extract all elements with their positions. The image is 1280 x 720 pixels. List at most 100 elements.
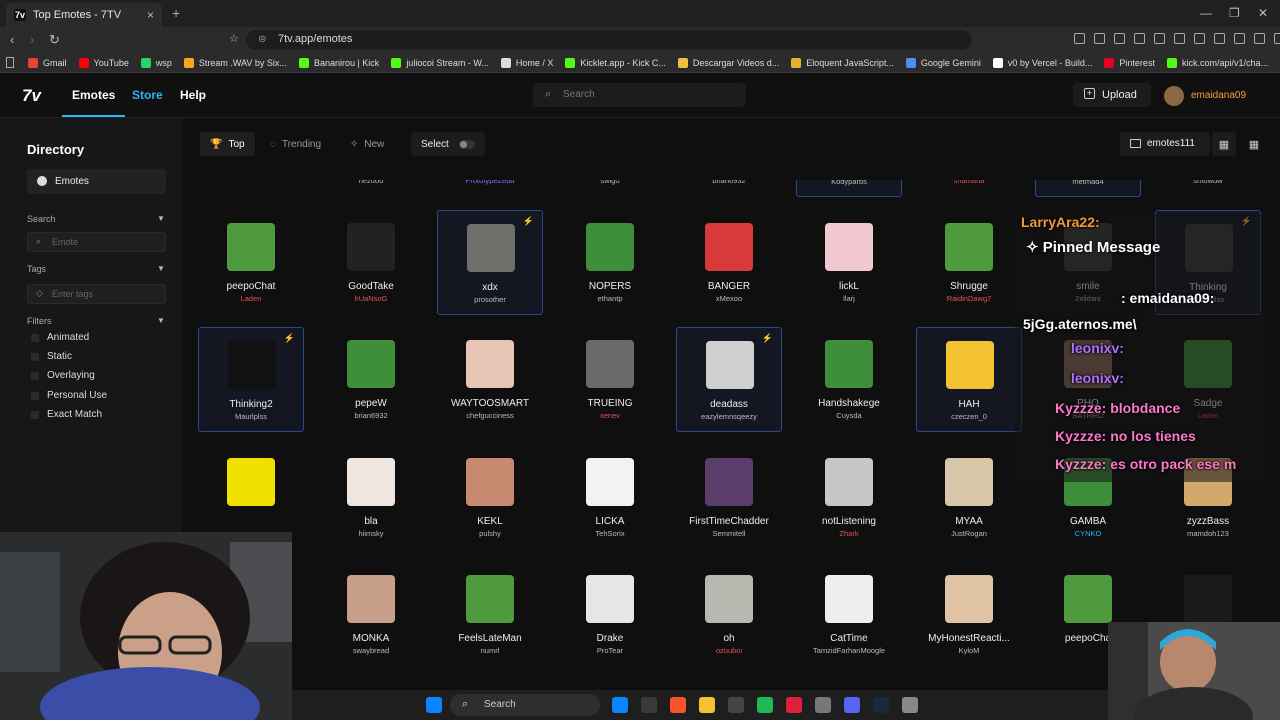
tab-new[interactable]: ✧ New (340, 132, 394, 156)
checkbox[interactable] (31, 352, 39, 361)
extension-icon[interactable] (1174, 33, 1185, 44)
emote-card[interactable]: PartyKirbyswig0 (557, 180, 663, 197)
url-field[interactable]: ⊜ 7tv.app/emotes (246, 30, 972, 50)
emote-card[interactable]: pepeW brian6932 (318, 327, 424, 432)
tags-input[interactable]: ◇ Enter tags (27, 284, 166, 304)
extension-icon[interactable] (1274, 33, 1280, 44)
bookmark-item[interactable]: wsp (140, 57, 172, 68)
new-tab-button[interactable]: + (172, 5, 180, 21)
taskbar-app-icon[interactable] (641, 697, 657, 713)
extension-icon[interactable] (1214, 33, 1225, 44)
emote-card[interactable]: SmokeTimeshamana (916, 180, 1022, 197)
forward-icon[interactable]: › (30, 32, 34, 47)
emote-search-input[interactable]: ⌕ Emote (27, 232, 166, 252)
nav-emotes[interactable]: Emotes (61, 88, 126, 117)
bookmark-item[interactable]: Pinterest (1104, 57, 1155, 68)
toggle-switch[interactable] (458, 139, 475, 149)
filter-static[interactable]: Static (31, 351, 72, 362)
emote-card[interactable]: KEKL pulshy (437, 445, 543, 550)
emote-card[interactable]: ⚡ xdx prosother (437, 210, 543, 315)
emote-card[interactable]: HAH czeczen_0 (916, 327, 1022, 432)
filter-animated[interactable]: Animated (31, 332, 89, 343)
emote-card[interactable]: ⚡ deadass eazylemnsqeezy (676, 327, 782, 432)
bookmark-item[interactable]: YouTube (78, 57, 129, 68)
checkbox[interactable] (31, 371, 39, 380)
chevron-down-icon[interactable]: ▼ (157, 264, 165, 273)
extension-icon[interactable] (1154, 33, 1165, 44)
extension-icon[interactable] (1254, 33, 1265, 44)
taskbar-app-icon[interactable] (902, 697, 918, 713)
checkbox[interactable] (31, 410, 39, 419)
taskbar-app-icon[interactable] (757, 697, 773, 713)
taskbar-app-icon[interactable] (844, 697, 860, 713)
bookmark-item[interactable]: Gmail (28, 57, 67, 68)
emote-card[interactable]: ASSEMBLEPrototypeZedd (437, 180, 543, 197)
bookmark-item[interactable]: Bananirou | Kick (298, 57, 379, 68)
apps-icon[interactable] (6, 57, 14, 68)
bookmark-item[interactable]: v0 by Vercel - Build... (992, 57, 1092, 68)
nav-store[interactable]: Store (132, 88, 163, 102)
nav-help[interactable]: Help (180, 88, 206, 102)
checkbox[interactable] (31, 391, 39, 400)
emote-card[interactable]: lickL llarj (796, 210, 902, 315)
emote-card[interactable]: MyHonestReacti... KyloM (916, 562, 1022, 667)
minimize-icon[interactable]: — (1200, 6, 1212, 20)
emote-card[interactable]: duckPlsbrian6932 (676, 180, 782, 197)
checkbox[interactable] (31, 333, 39, 342)
emote-card[interactable]: ⚡ Thinking2 Maurlplss (198, 327, 304, 432)
back-icon[interactable]: ‹ (10, 32, 14, 47)
close-tab-icon[interactable]: × (147, 8, 154, 22)
taskbar-app-icon[interactable] (670, 697, 686, 713)
bookmark-item[interactable]: Home / X (500, 57, 553, 68)
taskbar-app-icon[interactable] (873, 697, 889, 713)
filters-section-label[interactable]: Filters (27, 316, 52, 326)
taskbar-app-icon[interactable] (786, 697, 802, 713)
7tv-logo[interactable]: 7v (22, 86, 41, 106)
emote-card[interactable]: AYOOOnezuou (318, 180, 424, 197)
grid-view-icon[interactable]: ▦ (1212, 132, 1236, 156)
emote-card[interactable]: MONKA swaybread (318, 562, 424, 667)
taskbar-search[interactable]: ⌕ Search (450, 694, 600, 716)
bookmark-item[interactable]: kick.com/api/v1/cha... (1166, 57, 1268, 68)
emote-card[interactable]: BANGER xMexoo (676, 210, 782, 315)
bookmark-item[interactable]: Google Gemini (905, 57, 981, 68)
emote-card[interactable]: CatTime TamzidFarhanMoogle (796, 562, 902, 667)
emote-card[interactable]: TRUEING xenev (557, 327, 663, 432)
close-window-icon[interactable]: ✕ (1258, 6, 1268, 20)
search-section-label[interactable]: Search (27, 214, 56, 224)
emote-card[interactable]: juhsmowuw (1155, 180, 1261, 197)
extension-icon[interactable] (1074, 33, 1085, 44)
chevron-down-icon[interactable]: ▼ (157, 316, 165, 325)
extension-icon[interactable] (1134, 33, 1145, 44)
emote-card[interactable]: notListening Zhark (796, 445, 902, 550)
emote-card[interactable]: WAYTOOSMART chefgucciness (437, 327, 543, 432)
emote-card[interactable]: oh ozuuboi (676, 562, 782, 667)
browser-tab[interactable]: 7v Top Emotes - 7TV × (6, 3, 162, 27)
bookmark-item[interactable]: juliocoi Stream - W... (391, 57, 489, 68)
emote-card[interactable]: Drake ProTear (557, 562, 663, 667)
bookmark-item[interactable]: Descargar Videos d... (677, 57, 779, 68)
emote-card[interactable]: peepoChat Laden (198, 210, 304, 315)
taskbar-app-icon[interactable] (815, 697, 831, 713)
emote-card[interactable]: GoodTake hUaNsoG (318, 210, 424, 315)
tab-top[interactable]: 🏆 Top (200, 132, 255, 156)
emote-card[interactable]: Handshakege Cuysda (796, 327, 902, 432)
windows-start-icon[interactable] (426, 697, 442, 713)
maximize-icon[interactable]: ❐ (1229, 6, 1240, 20)
taskbar-app-icon[interactable] (699, 697, 715, 713)
extension-icon[interactable] (1114, 33, 1125, 44)
list-view-icon[interactable]: ▦ (1242, 132, 1266, 156)
bookmark-item[interactable]: Kicklet.app - Kick C... (565, 57, 666, 68)
bookmark-item[interactable]: Stream .WAV by Six... (183, 57, 287, 68)
emote-card[interactable]: MYAA JustRogan (916, 445, 1022, 550)
chevron-down-icon[interactable]: ▼ (157, 214, 165, 223)
filter-overlaying[interactable]: Overlaying (31, 370, 95, 381)
taskbar-app-icon[interactable] (612, 697, 628, 713)
emote-card[interactable]: FirstTimeChadder Semmitell (676, 445, 782, 550)
extension-icon[interactable] (1094, 33, 1105, 44)
tags-section-label[interactable]: Tags (27, 264, 46, 274)
filter-personal-use[interactable]: Personal Use (31, 390, 107, 401)
emote-card[interactable]: Shrugge RaidinDawg7 (916, 210, 1022, 315)
site-search-input[interactable]: ⌕ Search (533, 83, 746, 107)
avatar[interactable] (1164, 86, 1184, 106)
